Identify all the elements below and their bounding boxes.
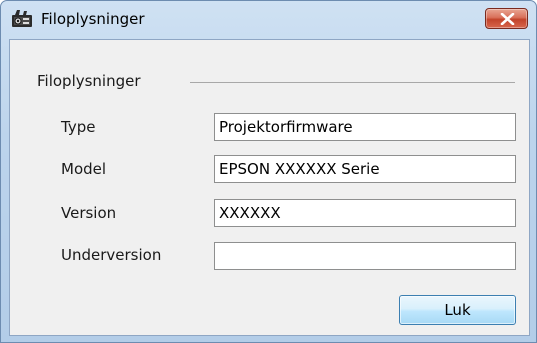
underversion-field[interactable]	[214, 242, 516, 270]
underversion-label: Underversion	[61, 246, 162, 264]
window-title: Filoplysninger	[41, 10, 145, 28]
luk-button[interactable]: Luk	[399, 295, 516, 325]
group-box-divider	[190, 82, 515, 83]
model-label: Model	[61, 160, 107, 178]
version-label: Version	[61, 204, 117, 222]
group-box-label: Filoplysninger	[37, 72, 141, 90]
model-field[interactable]: EPSON XXXXXX Serie	[214, 155, 516, 183]
type-field[interactable]: Projektorfirmware	[214, 113, 516, 141]
title-bar[interactable]: Filoplysninger	[1, 1, 536, 37]
close-button[interactable]	[485, 8, 528, 29]
type-label: Type	[61, 118, 96, 136]
projector-icon	[11, 9, 33, 29]
version-field[interactable]: XXXXXX	[214, 199, 516, 227]
